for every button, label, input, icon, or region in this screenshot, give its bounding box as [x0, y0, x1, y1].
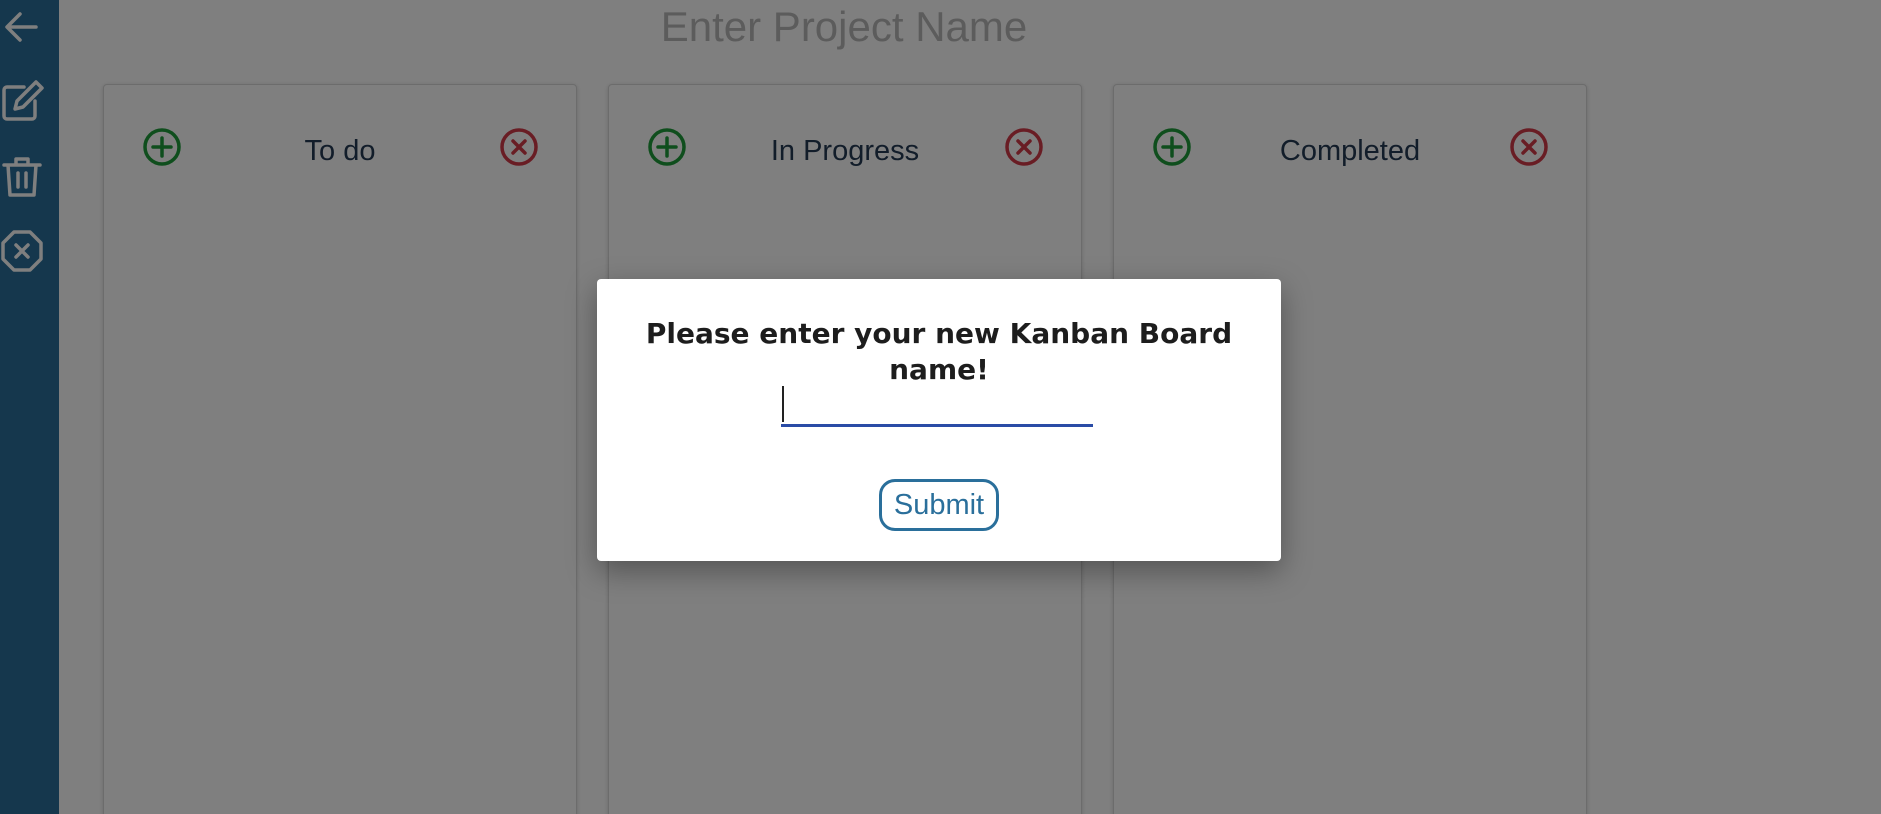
- text-cursor: [782, 386, 784, 422]
- board-name-dialog: Please enter your new Kanban Board name!…: [597, 279, 1281, 561]
- submit-button[interactable]: Submit: [879, 479, 999, 531]
- board-name-input[interactable]: [781, 385, 1093, 427]
- dialog-title: Please enter your new Kanban Board name!: [645, 317, 1233, 386]
- kanban-app: Enter Project Name To do: [0, 0, 1881, 814]
